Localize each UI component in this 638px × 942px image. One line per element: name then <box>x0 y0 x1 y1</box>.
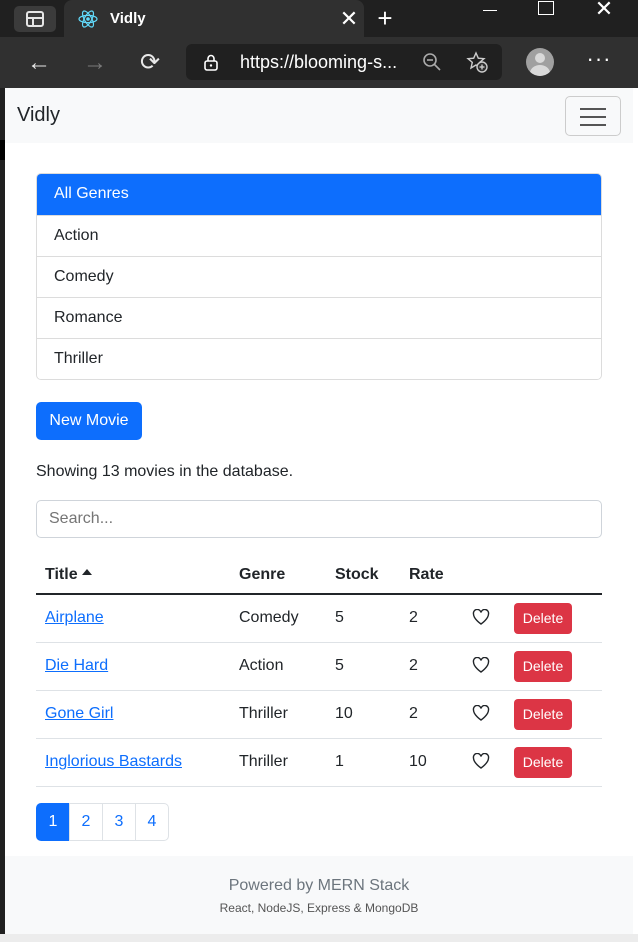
movie-rate: 2 <box>409 609 418 626</box>
reload-icon[interactable]: ⟳ <box>133 46 167 80</box>
delete-button[interactable]: Delete <box>514 603 572 634</box>
footer-title: Powered by MERN Stack <box>228 877 410 894</box>
movie-stock: 1 <box>335 753 344 770</box>
search-input[interactable] <box>36 500 602 538</box>
movie-title-link[interactable]: Inglorious Bastards <box>45 753 182 771</box>
genre-item-thriller[interactable]: Thriller <box>37 338 601 379</box>
new-tab-button[interactable]: + <box>370 0 400 37</box>
movie-title-link[interactable]: Airplane <box>45 609 104 627</box>
maximize-icon[interactable] <box>538 1 554 15</box>
movie-title-link[interactable]: Gone Girl <box>45 705 113 723</box>
movie-stock: 10 <box>335 705 353 722</box>
movie-title-link[interactable]: Die Hard <box>45 657 108 675</box>
column-rate-header[interactable]: Rate <box>409 566 444 584</box>
delete-button[interactable]: Delete <box>514 651 572 682</box>
address-bar[interactable]: https://blooming-s... <box>186 44 502 80</box>
column-stock-header[interactable]: Stock <box>335 566 379 584</box>
delete-button[interactable]: Delete <box>514 747 572 778</box>
minimize-icon[interactable] <box>478 2 502 22</box>
app-navbar: Vidly <box>5 88 633 143</box>
table-row: Gone Girl Thriller 10 2 Delete <box>36 691 602 739</box>
genre-item-comedy[interactable]: Comedy <box>37 256 601 297</box>
window-close-icon[interactable]: ✕ <box>592 0 616 20</box>
heart-icon[interactable] <box>472 753 490 769</box>
page-link-1[interactable]: 1 <box>36 803 70 841</box>
add-favorite-icon[interactable] <box>466 51 488 73</box>
genre-item-all[interactable]: All Genres <box>37 174 601 215</box>
genre-item-action[interactable]: Action <box>37 215 601 256</box>
hamburger-line <box>580 116 606 118</box>
table-row: Airplane Comedy 5 2 Delete <box>36 595 602 643</box>
movie-count-text: Showing 13 movies in the database. <box>36 463 294 480</box>
movie-genre: Action <box>239 657 284 674</box>
table-row: Inglorious Bastards Thriller 1 10 Delete <box>36 739 602 787</box>
back-icon[interactable]: ← <box>22 46 56 80</box>
background-window-edge-right <box>633 88 638 942</box>
page-link-3[interactable]: 3 <box>102 803 136 841</box>
heart-icon[interactable] <box>472 657 490 673</box>
active-tab[interactable]: Vidly ✕ <box>64 0 364 37</box>
genre-item-romance[interactable]: Romance <box>37 297 601 338</box>
tab-close-icon[interactable]: ✕ <box>334 4 364 34</box>
new-movie-button[interactable]: New Movie <box>36 402 142 440</box>
zoom-out-icon[interactable] <box>422 52 442 72</box>
movie-stock: 5 <box>335 609 344 626</box>
column-genre-header[interactable]: Genre <box>239 566 285 584</box>
more-options-icon[interactable]: ··· <box>584 46 614 76</box>
movie-genre: Thriller <box>239 753 288 770</box>
movie-rate: 2 <box>409 705 418 722</box>
page-viewport: Vidly All Genres Action Comedy Romance T… <box>5 88 633 934</box>
movie-rate: 10 <box>409 753 427 770</box>
column-title-label: Title <box>45 566 78 583</box>
delete-button[interactable]: Delete <box>514 699 572 730</box>
table-header: Title Genre Stock Rate <box>36 553 602 595</box>
tab-bar: Vidly ✕ + ✕ <box>0 0 638 37</box>
page-link-4[interactable]: 4 <box>135 803 169 841</box>
lock-icon <box>204 54 218 71</box>
sort-ascending-icon <box>81 569 92 575</box>
movie-genre: Comedy <box>239 609 299 626</box>
app-brand[interactable]: Vidly <box>17 104 60 127</box>
tab-title: Vidly <box>110 10 146 27</box>
pagination: 1 2 3 4 <box>36 803 169 841</box>
window-bottom-edge <box>0 934 638 942</box>
url-text: https://blooming-s... <box>240 52 398 72</box>
navbar-toggler-button[interactable] <box>565 96 621 136</box>
genre-list: All Genres Action Comedy Romance Thrille… <box>36 173 602 380</box>
heart-icon[interactable] <box>472 705 490 721</box>
movie-stock: 5 <box>335 657 344 674</box>
heart-icon[interactable] <box>472 609 490 625</box>
hamburger-line <box>580 108 606 110</box>
browser-toolbar: ← → ⟳ https://blooming-s... ··· <box>0 37 638 88</box>
tab-actions-button[interactable] <box>14 6 56 32</box>
footer-subtitle: React, NodeJS, Express & MongoDB <box>219 901 419 915</box>
movies-table: Title Genre Stock Rate Airplane Comedy 5… <box>36 553 602 787</box>
table-row: Die Hard Action 5 2 Delete <box>36 643 602 691</box>
forward-icon[interactable]: → <box>78 46 112 80</box>
column-title-header[interactable]: Title <box>45 566 92 584</box>
tab-actions-icon <box>26 11 44 27</box>
movie-genre: Thriller <box>239 705 288 722</box>
react-icon <box>78 9 98 28</box>
page-link-2[interactable]: 2 <box>69 803 103 841</box>
profile-avatar-icon[interactable] <box>526 48 554 76</box>
page-footer: Powered by MERN Stack React, NodeJS, Exp… <box>5 856 633 934</box>
hamburger-line <box>580 124 606 126</box>
movie-rate: 2 <box>409 657 418 674</box>
